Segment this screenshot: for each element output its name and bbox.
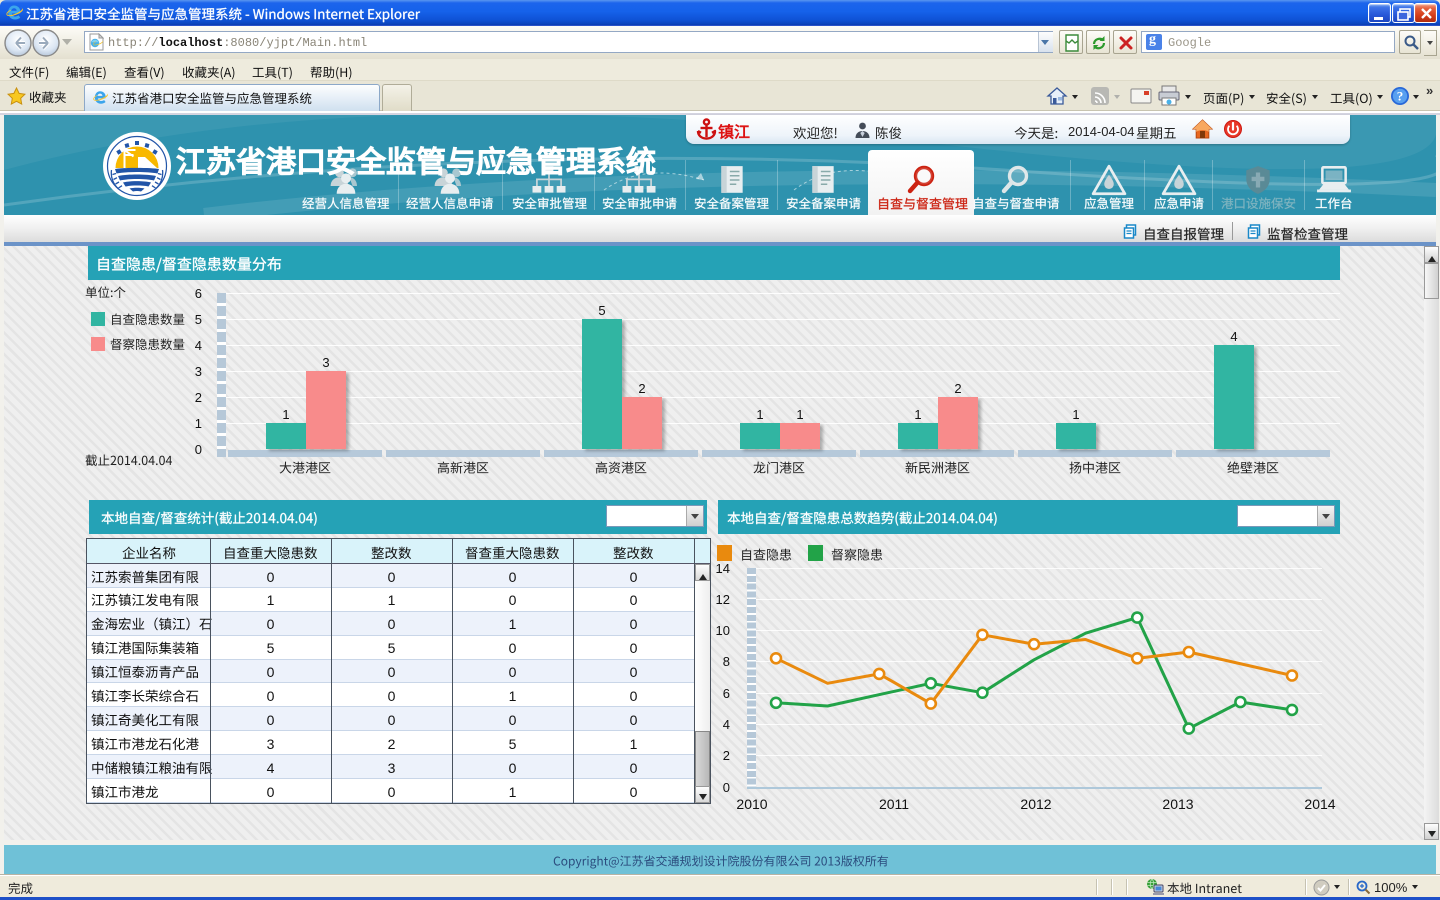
svg-text:?: ? (1397, 89, 1404, 104)
